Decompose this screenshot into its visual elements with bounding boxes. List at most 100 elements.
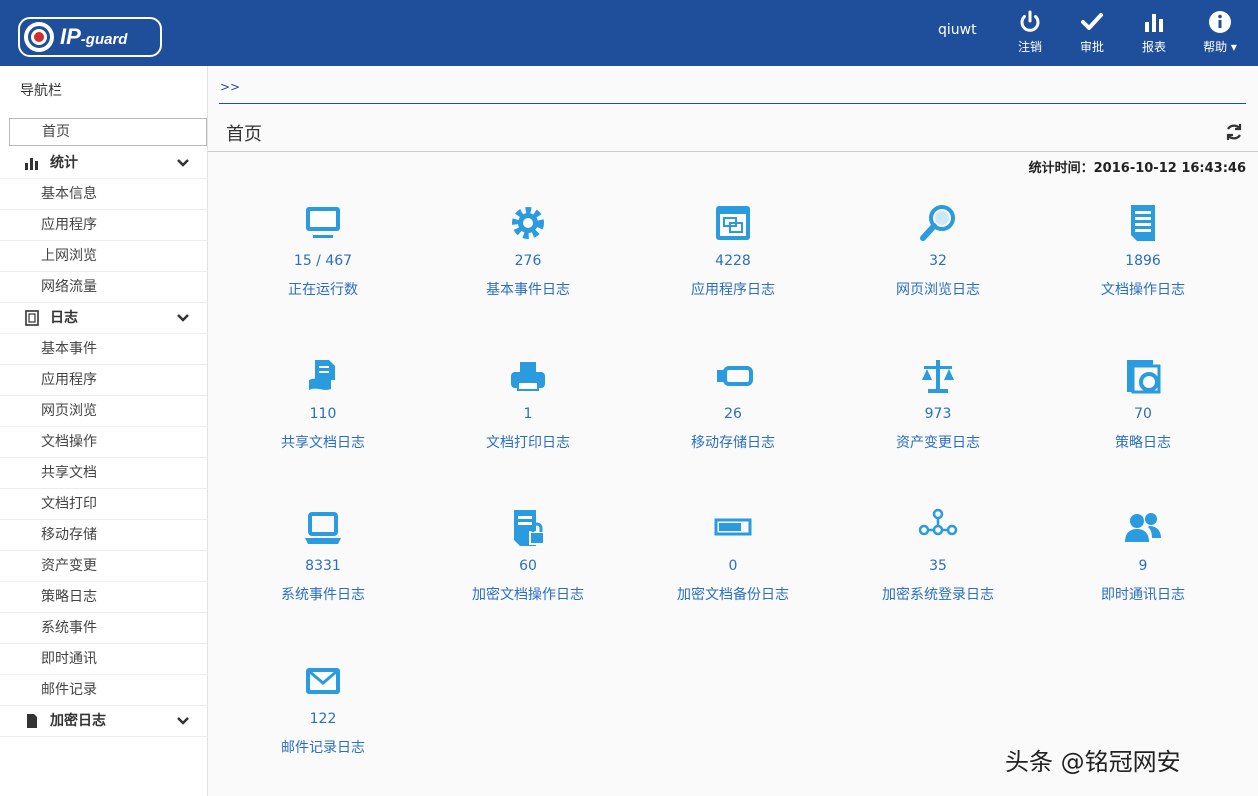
tile-doc-print[interactable]: 1 文档打印日志 [428, 356, 628, 466]
sidebar-title: 导航栏 [20, 83, 62, 99]
tile-label: 移动存储日志 [691, 435, 775, 451]
check-icon [1081, 13, 1103, 30]
tile-encrypted-backup[interactable]: 0 加密文档备份日志 [633, 508, 833, 618]
window-icon [716, 206, 750, 240]
tile-basic-events[interactable]: 276 基本事件日志 [428, 203, 628, 313]
stat-time: 统计时间：2016-10-12 16:43:46 [1028, 161, 1246, 176]
chevron-down-icon [177, 314, 189, 322]
tile-value: 1896 [1125, 253, 1161, 269]
tile-value: 15 / 467 [293, 253, 353, 269]
tile-encrypted-login[interactable]: 35 加密系统登录日志 [838, 508, 1038, 618]
ip-guard-logo[interactable]: IP-guard [18, 17, 162, 57]
logo-mark-icon [24, 22, 54, 52]
sidebar-group-encryption-logs[interactable]: 加密日志 [0, 706, 208, 737]
tile-shared-docs[interactable]: 110 共享文档日志 [223, 356, 423, 466]
tile-doc-ops[interactable]: 1896 文档操作日志 [1043, 203, 1243, 313]
tile-value: 60 [519, 558, 537, 574]
sidebar-item-im[interactable]: 即时通讯 [0, 644, 208, 675]
tile-label: 系统事件日志 [281, 587, 365, 603]
tile-running[interactable]: 15 / 467 正在运行数 [223, 203, 423, 313]
tile-label: 基本事件日志 [486, 282, 570, 298]
sidebar-item-web-browsing[interactable]: 上网浏览 [0, 241, 208, 272]
sidebar-group-logs[interactable]: 日志 [0, 303, 208, 334]
network-icon [918, 508, 958, 536]
users-icon [1125, 513, 1161, 542]
sidebar-group-stats[interactable]: 统计 [0, 148, 208, 179]
magnifier-icon [920, 205, 955, 241]
top-header: IP-guard qiuwt 注销 审批 报表 帮助 ▾ [0, 0, 1258, 66]
share-doc-icon [309, 360, 335, 390]
tile-label: 共享文档日志 [281, 435, 365, 451]
sidebar-item-doc-print[interactable]: 文档打印 [0, 489, 208, 520]
bar-chart-icon [24, 155, 40, 171]
tile-policy-log[interactable]: 70 策略日志 [1043, 356, 1243, 466]
info-icon [1209, 11, 1231, 33]
chevron-down-icon [177, 159, 189, 167]
sidebar-item-policy-log[interactable]: 策略日志 [0, 582, 208, 613]
logout-button[interactable]: 注销 [1004, 10, 1056, 58]
report-button[interactable]: 报表 [1128, 10, 1180, 58]
tile-encrypted-doc-ops[interactable]: 60 加密文档操作日志 [428, 508, 628, 618]
sidebar-item-doc-ops[interactable]: 文档操作 [0, 427, 208, 458]
sidebar-group-label: 日志 [50, 310, 78, 326]
report-label: 报表 [1141, 40, 1166, 54]
usb-drive-icon [717, 366, 753, 386]
tile-asset-change[interactable]: 973 资产变更日志 [838, 356, 1038, 466]
tile-web-log[interactable]: 32 网页浏览日志 [838, 203, 1038, 313]
sidebar-item-mail[interactable]: 邮件记录 [0, 675, 208, 706]
tile-label: 正在运行数 [288, 282, 358, 298]
tile-label: 文档操作日志 [1101, 282, 1185, 298]
sidebar-item-network-traffic[interactable]: 网络流量 [0, 272, 208, 303]
power-icon [1020, 10, 1040, 32]
log-book-icon [24, 310, 40, 326]
tile-im-log[interactable]: 9 即时通讯日志 [1043, 508, 1243, 618]
tile-value: 276 [514, 253, 542, 269]
help-label: 帮助 ▾ [1203, 40, 1237, 54]
tile-label: 应用程序日志 [691, 282, 775, 298]
sidebar-item-applications[interactable]: 应用程序 [0, 210, 208, 241]
sidebar-item-removable-storage[interactable]: 移动存储 [0, 520, 208, 551]
tile-label: 加密文档操作日志 [472, 587, 584, 603]
tile-label: 加密系统登录日志 [882, 587, 994, 603]
tile-label: 文档打印日志 [486, 435, 570, 451]
document-icon [1131, 205, 1155, 241]
backup-bar-icon [714, 518, 752, 536]
sidebar-item-basic-info[interactable]: 基本信息 [0, 179, 208, 210]
refresh-icon[interactable] [1224, 122, 1244, 142]
tile-value: 4228 [715, 253, 751, 269]
tile-removable-storage[interactable]: 26 移动存储日志 [633, 356, 833, 466]
logout-label: 注销 [1017, 40, 1042, 54]
watermark-text: 头条 @铭冠网安 [1005, 748, 1181, 776]
tile-app-log[interactable]: 4228 应用程序日志 [633, 203, 833, 313]
breadcrumb[interactable]: >> [220, 80, 240, 94]
tile-mail-log[interactable]: 122 邮件记录日志 [223, 661, 423, 771]
tile-label: 网页浏览日志 [896, 282, 980, 298]
tile-label: 加密文档备份日志 [677, 587, 789, 603]
sidebar-item-asset-change[interactable]: 资产变更 [0, 551, 208, 582]
tile-label: 策略日志 [1115, 435, 1171, 451]
sidebar-item-basic-events[interactable]: 基本事件 [0, 334, 208, 365]
tile-value: 110 [309, 406, 337, 422]
tile-value: 122 [309, 711, 337, 727]
page-title: 首页 [226, 124, 262, 145]
help-button[interactable]: 帮助 ▾ [1194, 10, 1246, 58]
tile-value: 26 [724, 406, 742, 422]
printer-icon [511, 362, 545, 391]
gear-icon [512, 207, 544, 239]
monitor-icon [306, 207, 340, 238]
sidebar-item-web-log[interactable]: 网页浏览 [0, 396, 208, 427]
logo-text: IP-guard [60, 24, 128, 49]
locked-doc-icon [514, 510, 545, 546]
sidebar-item-shared-docs[interactable]: 共享文档 [0, 458, 208, 489]
sidebar-item-system-events[interactable]: 系统事件 [0, 613, 208, 644]
scale-icon [922, 360, 954, 393]
sidebar-item-app-log[interactable]: 应用程序 [0, 365, 208, 396]
tile-label: 即时通讯日志 [1101, 587, 1185, 603]
username-label: qiuwt [938, 22, 977, 38]
tile-system-events[interactable]: 8331 系统事件日志 [223, 508, 423, 618]
tile-value: 32 [929, 253, 947, 269]
sidebar-group-label: 加密日志 [50, 713, 106, 729]
approve-button[interactable]: 审批 [1066, 10, 1118, 58]
sidebar-item-home[interactable]: 首页 [9, 118, 207, 146]
bar-chart-icon [1145, 14, 1163, 32]
